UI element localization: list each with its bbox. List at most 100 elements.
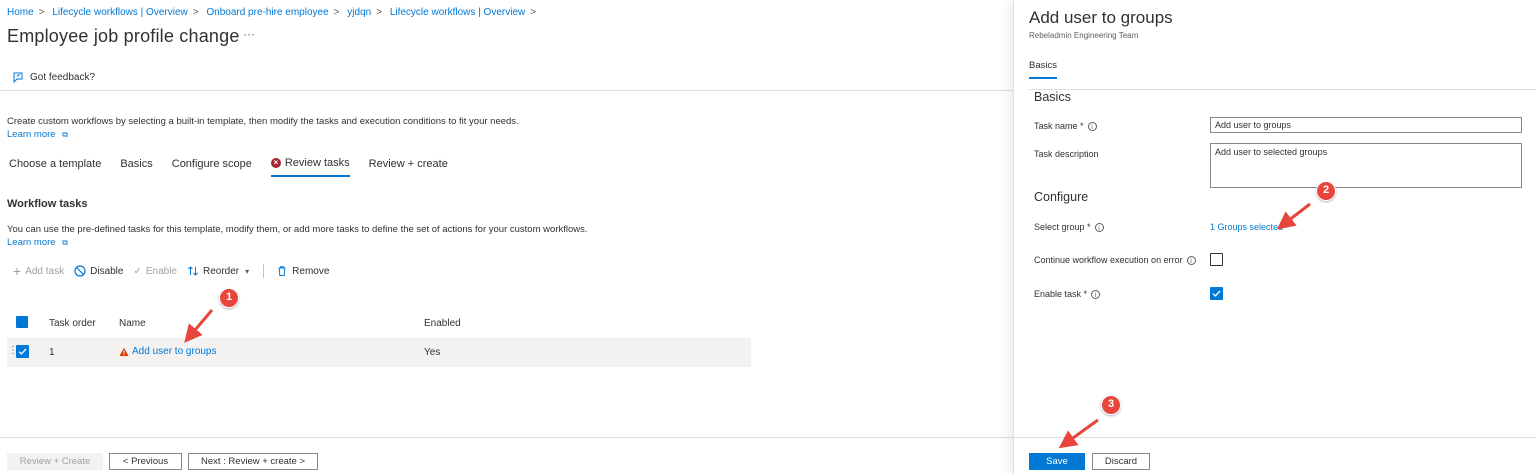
discard-button[interactable]: Discard — [1092, 453, 1150, 470]
disable-label: Disable — [90, 265, 124, 277]
chevron-right-icon: > — [333, 7, 340, 18]
add-task-button[interactable]: + Add task — [13, 263, 64, 279]
enable-task-label-text: Enable task * — [1034, 289, 1088, 299]
tab-panel-basics[interactable]: Basics — [1029, 60, 1057, 79]
wizard-tabs: Choose a template Basics Configure scope… — [9, 157, 467, 177]
continue-on-error-checkbox[interactable] — [1210, 253, 1223, 266]
info-icon[interactable]: i — [1094, 222, 1104, 232]
continue-on-error-label: Continue workflow execution on error i — [1034, 255, 1196, 265]
enable-task-label: Enable task * i — [1034, 289, 1101, 299]
enable-button[interactable]: ✓ Enable — [133, 266, 177, 277]
info-icon[interactable]: i — [1087, 121, 1097, 131]
breadcrumb: Home > Lifecycle workflows | Overview > On… — [7, 7, 541, 18]
chevron-right-icon: > — [192, 7, 199, 18]
external-link-icon: ⧉ — [62, 130, 68, 139]
reorder-button[interactable]: Reorder ▾ — [187, 265, 249, 277]
plus-icon: + — [13, 263, 22, 279]
main-pane: Home > Lifecycle workflows | Overview > On… — [0, 0, 1013, 474]
panel-subtitle: Rebeladmin Engineering Team — [1029, 31, 1139, 40]
tab-review-tasks[interactable]: × Review tasks — [270, 157, 350, 177]
task-name-label-text: Task name * — [1034, 121, 1084, 131]
select-group-label-text: Select group * — [1034, 222, 1091, 232]
enabled-cell: Yes — [424, 347, 441, 358]
breadcrumb-lifecycle-overview-2[interactable]: Lifecycle workflows | Overview — [390, 7, 525, 18]
chevron-right-icon: > — [38, 7, 45, 18]
select-all-checkbox[interactable] — [16, 316, 28, 328]
enable-label: Enable — [145, 265, 177, 277]
intro-text: Create custom workflows by selecting a b… — [7, 116, 519, 127]
trash-icon — [278, 266, 286, 276]
task-order-cell: 1 — [49, 347, 55, 358]
task-toolbar: + Add task Disable ✓ Enable Reorder ▾ Re… — [13, 264, 339, 278]
block-icon — [74, 265, 86, 277]
column-name[interactable]: Name — [119, 318, 146, 329]
save-button[interactable]: Save — [1029, 453, 1085, 470]
tab-basics[interactable]: Basics — [120, 157, 152, 177]
workflow-tasks-description: You can use the pre-defined tasks for th… — [7, 224, 588, 235]
learn-more-label: Learn more — [7, 237, 56, 248]
breadcrumb-yjdqn[interactable]: yjdqn — [347, 7, 371, 18]
select-group-label: Select group * i — [1034, 222, 1104, 232]
feedback-button[interactable]: Got feedback? — [12, 71, 95, 83]
info-icon[interactable]: i — [1091, 289, 1101, 299]
feedback-icon — [13, 72, 23, 83]
info-icon[interactable]: i — [1186, 255, 1196, 265]
remove-label: Remove — [292, 265, 330, 277]
reorder-label: Reorder — [203, 265, 240, 277]
basics-heading: Basics — [1034, 90, 1071, 104]
next-button[interactable]: Next : Review + create > — [188, 453, 318, 470]
tab-label: Review + create — [368, 158, 448, 170]
tab-choose-template[interactable]: Choose a template — [9, 157, 101, 177]
chevron-down-icon: ▾ — [245, 266, 250, 276]
checkmark-icon — [1212, 290, 1221, 297]
groups-selected-link[interactable]: 1 Groups selected — [1210, 222, 1283, 232]
chevron-right-icon: > — [376, 7, 383, 18]
chevron-right-icon: > — [530, 7, 537, 18]
tab-label: Configure scope — [171, 158, 252, 170]
more-options-button[interactable]: ··· — [243, 27, 255, 41]
tab-configure-scope[interactable]: Configure scope — [172, 157, 252, 177]
breadcrumb-onboard-prehire[interactable]: Onboard pre-hire employee — [206, 7, 328, 18]
row-checkbox[interactable] — [16, 345, 29, 358]
previous-button[interactable]: < Previous — [109, 453, 182, 470]
task-name-label: Task name * i — [1034, 121, 1097, 131]
warning-icon — [119, 347, 129, 356]
learn-more-link-2[interactable]: Learn more ⧉ — [7, 237, 68, 248]
tab-label: Choose a template — [9, 158, 102, 170]
reorder-icon — [188, 266, 198, 276]
task-description-label: Task description — [1034, 149, 1099, 159]
footer-bar: Review + Create < Previous Next : Review… — [0, 437, 1013, 474]
task-description-textarea[interactable]: Add user to selected groups — [1210, 143, 1522, 188]
task-name-link[interactable]: Add user to groups — [119, 346, 217, 357]
remove-button[interactable]: Remove — [276, 265, 329, 277]
callout-2-badge: 2 — [1316, 181, 1336, 201]
add-user-to-groups-panel: Add user to groups Rebeladmin Engineerin… — [1013, 0, 1536, 474]
continue-on-error-label-text: Continue workflow execution on error — [1034, 255, 1183, 265]
task-name-label: Add user to groups — [132, 346, 217, 357]
feedback-label: Got feedback? — [30, 71, 96, 83]
error-icon: × — [270, 158, 281, 168]
tab-label: Basics — [120, 158, 153, 170]
breadcrumb-lifecycle-overview[interactable]: Lifecycle workflows | Overview — [52, 7, 187, 18]
disable-button[interactable]: Disable — [74, 265, 123, 277]
learn-more-link[interactable]: Learn more ⧉ — [7, 129, 68, 140]
learn-more-label: Learn more — [7, 129, 56, 140]
page-title: Employee job profile change — [7, 26, 240, 46]
column-enabled[interactable]: Enabled — [424, 318, 461, 329]
table-header: Task order Name Enabled — [7, 310, 751, 336]
panel-footer: Save Discard — [1014, 437, 1536, 474]
panel-title: Add user to groups — [1029, 8, 1173, 27]
workflow-tasks-title: Workflow tasks — [7, 198, 88, 210]
task-name-input[interactable]: Add user to groups — [1210, 117, 1522, 133]
checkmark-icon — [18, 348, 27, 355]
tab-review-create[interactable]: Review + create — [369, 157, 448, 177]
column-task-order[interactable]: Task order — [49, 318, 96, 329]
checkmark-icon: ✓ — [133, 265, 142, 277]
table-row[interactable]: ⋮ 1 Add user to groups Yes — [7, 338, 751, 367]
divider — [1029, 89, 1536, 90]
divider — [0, 90, 1013, 91]
review-create-button[interactable]: Review + Create — [7, 453, 103, 470]
task-description-label-text: Task description — [1034, 149, 1099, 159]
enable-task-checkbox[interactable] — [1210, 287, 1223, 300]
breadcrumb-home[interactable]: Home — [7, 7, 34, 18]
